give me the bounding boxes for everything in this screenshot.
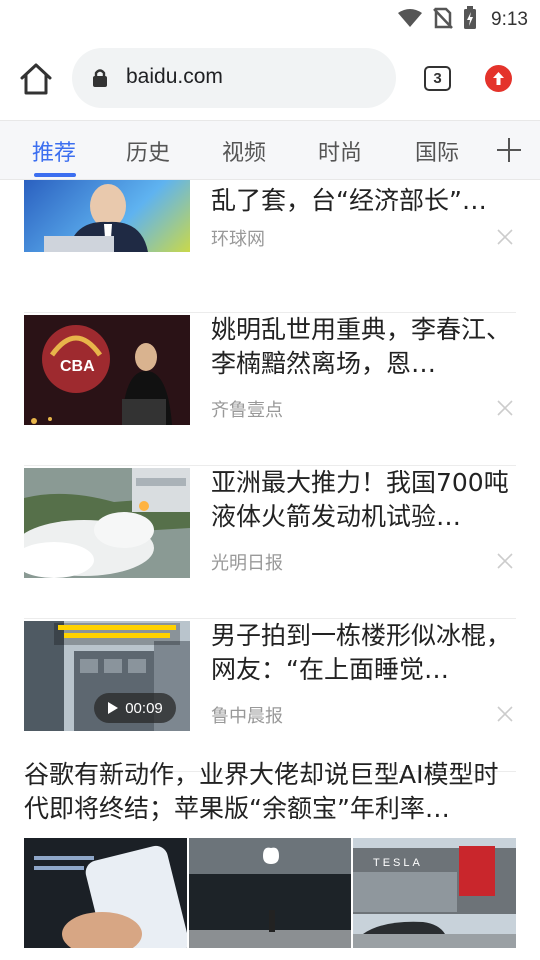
- news-item-multi-image[interactable]: 谷歌有新动作，业界大佬却说巨型AI模型时代即将终结；苹果版“余额宝”年利率… T…: [24, 758, 517, 948]
- tab-fashion[interactable]: 时尚: [318, 135, 362, 167]
- play-icon: [108, 702, 119, 714]
- news-item[interactable]: CBA 姚明乱世用重典，李春江、李楠黯然离场，恩… 齐鲁壹点: [24, 313, 516, 466]
- news-title: 亚洲最大推力！我国700吨液体火箭发动机试验…: [211, 468, 509, 531]
- news-feed: 台前“亚安”：拜登、郁化 乱了套，台“经济部长”… 环球网 CBA 姚明乱世用重…: [0, 180, 540, 960]
- news-source: 环球网: [211, 229, 265, 250]
- video-duration: 00:09: [125, 699, 163, 717]
- news-title: 姚明乱世用重典，李春江、李楠黯然离场，恩…: [211, 315, 512, 378]
- tab-video[interactable]: 视频: [222, 135, 266, 167]
- close-icon: [497, 553, 513, 569]
- news-title: 台前“亚安”：拜登、郁化 乱了套，台“经济部长”…: [211, 180, 487, 215]
- channel-tabs: 推荐 历史 视频 时尚 国际: [0, 120, 540, 180]
- news-item[interactable]: 00:09 男子拍到一栋楼形似冰棍，网友：“在上面睡觉… 鲁中晨报: [24, 619, 516, 772]
- news-source: 鲁中晨报: [211, 706, 283, 727]
- home-button[interactable]: [18, 62, 54, 96]
- dismiss-button[interactable]: [496, 228, 514, 250]
- add-channel-button[interactable]: [495, 136, 523, 168]
- news-thumbnail: [24, 468, 190, 578]
- status-bar: 9:13: [0, 0, 540, 36]
- tab-history[interactable]: 历史: [126, 135, 170, 167]
- close-icon: [497, 706, 513, 722]
- no-sim-icon: [433, 7, 453, 33]
- dismiss-button[interactable]: [496, 705, 514, 727]
- news-title: 男子拍到一栋楼形似冰棍，网友：“在上面睡觉…: [211, 621, 512, 684]
- url-text: baidu.com: [126, 65, 223, 88]
- tab-recommend[interactable]: 推荐: [32, 135, 76, 167]
- svg-text:CBA: CBA: [60, 358, 95, 375]
- news-image-phone: [24, 838, 187, 948]
- news-item[interactable]: 台前“亚安”：拜登、郁化 乱了套，台“经济部长”… 环球网: [24, 180, 516, 313]
- arrow-up-icon: [493, 72, 504, 85]
- update-button[interactable]: [485, 65, 512, 92]
- plus-icon: [497, 138, 521, 162]
- lock-icon: [92, 68, 108, 92]
- close-icon: [497, 229, 513, 245]
- news-source: 光明日报: [211, 553, 283, 574]
- wifi-icon: [397, 8, 423, 32]
- video-badge: 00:09: [94, 693, 176, 723]
- tab-international[interactable]: 国际: [415, 135, 459, 167]
- status-time: 9:13: [491, 9, 528, 30]
- news-item[interactable]: 亚洲最大推力！我国700吨液体火箭发动机试验… 光明日报: [24, 466, 516, 619]
- news-thumbnail: [24, 180, 190, 252]
- battery-charging-icon: [463, 6, 477, 34]
- news-image-tesla-store: TESLA: [353, 838, 517, 948]
- home-icon: [20, 63, 52, 95]
- tab-switcher-button[interactable]: 3: [424, 66, 451, 91]
- news-source: 齐鲁壹点: [211, 400, 283, 421]
- dismiss-button[interactable]: [496, 552, 514, 574]
- dismiss-button[interactable]: [496, 399, 514, 421]
- address-bar[interactable]: baidu.com: [72, 48, 396, 108]
- browser-toolbar: baidu.com 3: [0, 38, 540, 120]
- news-image-apple-store: [188, 838, 352, 948]
- news-title: 谷歌有新动作，业界大佬却说巨型AI模型时代即将终结；苹果版“余额宝”年利率…: [24, 760, 499, 823]
- svg-text:TESLA: TESLA: [373, 857, 423, 869]
- news-image-strip: TESLA: [24, 838, 517, 948]
- news-thumbnail: CBA: [24, 315, 190, 425]
- close-icon: [497, 400, 513, 416]
- active-tab-indicator: [34, 173, 76, 177]
- news-thumbnail: 00:09: [24, 621, 190, 731]
